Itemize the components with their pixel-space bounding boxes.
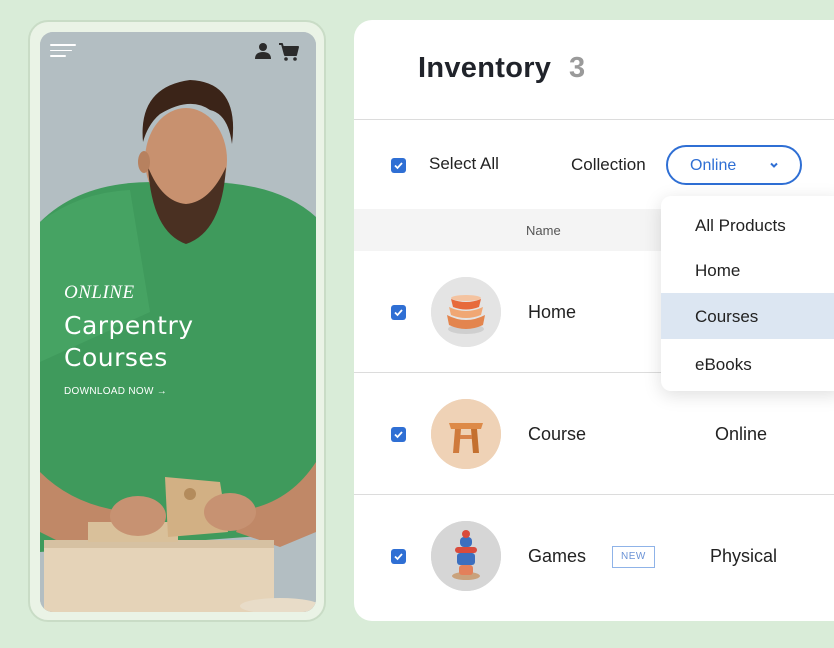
- product-name: Course: [528, 424, 587, 444]
- user-icon[interactable]: [254, 42, 272, 60]
- product-thumbnail: [431, 277, 501, 347]
- table-row[interactable]: Course Online: [354, 373, 834, 495]
- dropdown-item-label: Home: [695, 261, 741, 280]
- dropdown-item-home[interactable]: Home: [661, 247, 834, 293]
- checkmark-icon: [394, 162, 403, 170]
- checkmark-icon: [394, 309, 403, 317]
- checkmark-icon: [394, 553, 403, 561]
- row-checkbox[interactable]: [391, 305, 406, 320]
- dropdown-item-label: All Products: [695, 216, 786, 235]
- column-header-name[interactable]: Name: [526, 223, 561, 238]
- phone-screen: ONLINE Carpentry Courses DOWNLOAD NOW →: [40, 32, 316, 612]
- phone-mockup: ONLINE Carpentry Courses DOWNLOAD NOW →: [28, 20, 326, 622]
- item-count: 3: [569, 52, 586, 84]
- dropdown-item-label: eBooks: [695, 355, 752, 374]
- panel-header: Inventory 3: [354, 20, 834, 120]
- collection-select[interactable]: Online: [666, 145, 802, 185]
- product-name: Games: [528, 546, 587, 566]
- stacking-toy-image: [431, 521, 501, 591]
- bowls-image: [431, 277, 501, 347]
- dropdown-item-ebooks[interactable]: eBooks: [661, 341, 834, 387]
- product-name: Home: [528, 302, 577, 322]
- inventory-panel: Inventory 3 Select All Collection Online…: [354, 20, 834, 621]
- dropdown-item-courses[interactable]: Courses: [661, 293, 834, 339]
- checkmark-icon: [394, 431, 403, 439]
- product-thumbnail: [431, 521, 501, 591]
- download-now-link[interactable]: DOWNLOAD NOW →: [64, 386, 264, 397]
- collection-label: Collection: [571, 155, 646, 174]
- dropdown-item-all-products[interactable]: All Products: [661, 202, 834, 248]
- new-badge: NEW: [612, 546, 655, 568]
- page-title: Inventory: [418, 52, 552, 84]
- select-all-label[interactable]: Select All: [429, 154, 499, 174]
- hero-title: Carpentry Courses: [64, 311, 194, 372]
- chevron-down-icon: [770, 162, 778, 168]
- dropdown-item-label: Courses: [695, 307, 759, 326]
- product-type: Online: [715, 424, 768, 444]
- hero-eyebrow: ONLINE: [64, 282, 135, 303]
- product-type: Physical: [710, 546, 778, 566]
- collection-value: Online: [690, 157, 737, 174]
- product-thumbnail: [431, 399, 501, 469]
- select-all-checkbox[interactable]: [391, 158, 406, 173]
- table-row[interactable]: Games NEW Physical: [354, 495, 834, 617]
- collection-dropdown-menu: All Products Home Courses eBooks: [661, 196, 834, 391]
- hero-text: ONLINE Carpentry Courses DOWNLOAD NOW →: [64, 282, 264, 397]
- row-checkbox[interactable]: [391, 549, 406, 564]
- row-checkbox[interactable]: [391, 427, 406, 442]
- stool-image: [431, 399, 501, 469]
- cart-icon[interactable]: [278, 42, 300, 62]
- hamburger-icon[interactable]: [50, 44, 76, 58]
